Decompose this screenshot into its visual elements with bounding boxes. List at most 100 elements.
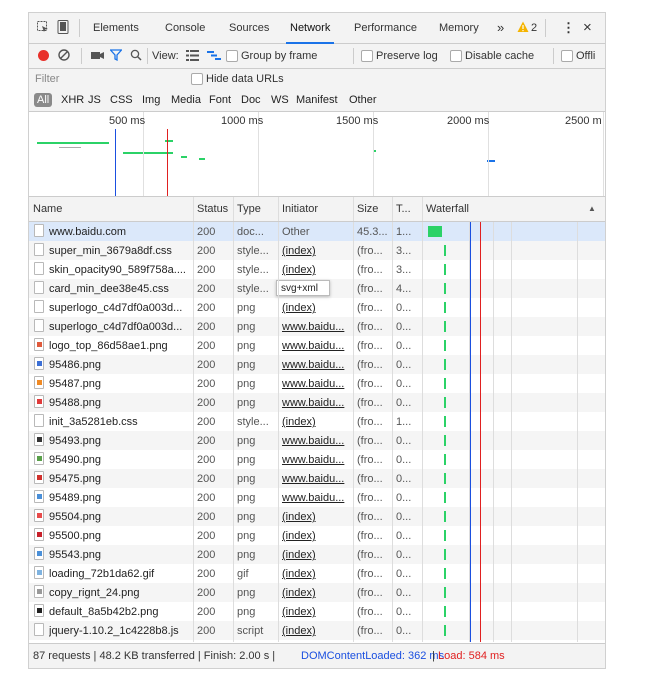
table-row[interactable]: default_8a5b42b2.png 200 png (index) (fro...… bbox=[29, 602, 605, 621]
request-initiator[interactable]: (index) bbox=[282, 511, 350, 523]
request-initiator[interactable]: (index) bbox=[282, 245, 350, 257]
request-initiator[interactable]: (index) bbox=[282, 587, 350, 599]
table-row[interactable]: 95486.png 200 png www.baidu... (fro... 0... bbox=[29, 355, 605, 374]
type-filter-css[interactable]: CSS bbox=[110, 94, 133, 106]
record-button[interactable] bbox=[38, 50, 49, 61]
load-time: Load: 584 ms bbox=[438, 650, 505, 662]
waterfall-bar bbox=[444, 264, 446, 275]
filter-icon[interactable] bbox=[109, 49, 123, 62]
request-initiator[interactable]: www.baidu... bbox=[282, 435, 350, 447]
type-filter-ws[interactable]: WS bbox=[271, 94, 289, 106]
type-filter-img[interactable]: Img bbox=[142, 94, 160, 106]
request-initiator[interactable]: www.baidu... bbox=[282, 492, 350, 504]
type-filter-other[interactable]: Other bbox=[349, 94, 377, 106]
request-initiator[interactable]: www.baidu... bbox=[282, 340, 350, 352]
table-row[interactable]: www.baidu.com 200 doc... Other 45.3... 1... bbox=[29, 222, 605, 241]
table-row[interactable]: 95487.png 200 png www.baidu... (fro... 0... bbox=[29, 374, 605, 393]
filter-input[interactable]: Filter bbox=[35, 73, 185, 85]
table-row[interactable]: 95493.png 200 png www.baidu... (fro... 0... bbox=[29, 431, 605, 450]
request-initiator[interactable]: (index) bbox=[282, 264, 350, 276]
request-initiator[interactable]: www.baidu... bbox=[282, 473, 350, 485]
table-row[interactable]: 95489.png 200 png www.baidu... (fro... 0... bbox=[29, 488, 605, 507]
request-size: (fro... bbox=[357, 549, 383, 561]
table-row[interactable]: superlogo_c4d7df0a003d... 200 png (index) (f… bbox=[29, 298, 605, 317]
column-size[interactable]: Size bbox=[357, 203, 378, 215]
table-row[interactable]: 95488.png 200 png www.baidu... (fro... 0... bbox=[29, 393, 605, 412]
type-filter-doc[interactable]: Doc bbox=[241, 94, 261, 106]
close-icon[interactable]: × bbox=[583, 19, 592, 36]
column-name[interactable]: Name bbox=[33, 203, 62, 215]
request-initiator[interactable]: (index) bbox=[282, 302, 350, 314]
warning-icon[interactable] bbox=[517, 21, 529, 33]
offline-checkbox[interactable] bbox=[561, 50, 573, 62]
tab-network[interactable]: Network bbox=[285, 22, 335, 44]
disable-cache-checkbox[interactable] bbox=[450, 50, 462, 62]
column-divider bbox=[392, 197, 393, 221]
kebab-menu-icon[interactable]: ⋮ bbox=[562, 20, 575, 36]
column-status[interactable]: Status bbox=[197, 203, 228, 215]
tab-console[interactable]: Console bbox=[165, 22, 205, 34]
tab-sources[interactable]: Sources bbox=[229, 22, 269, 34]
column-type[interactable]: Type bbox=[237, 203, 261, 215]
request-time: 0... bbox=[396, 321, 412, 333]
table-row[interactable]: copy_rignt_24.png 200 png (index) (fro... 0..… bbox=[29, 583, 605, 602]
table-row[interactable]: init_3a5281eb.css 200 style... (index) (fro.… bbox=[29, 412, 605, 431]
request-initiator[interactable]: www.baidu... bbox=[282, 454, 350, 466]
column-initiator[interactable]: Initiator bbox=[282, 203, 318, 215]
inspect-element-icon[interactable] bbox=[37, 21, 49, 33]
column-waterfall[interactable]: Waterfall bbox=[426, 203, 469, 215]
type-filter-media[interactable]: Media bbox=[171, 94, 201, 106]
table-row[interactable]: skin_opacity90_589f758a.... 200 style... (i… bbox=[29, 260, 605, 279]
search-icon[interactable] bbox=[130, 49, 142, 61]
table-row[interactable]: 95500.png 200 png (index) (fro... 0... bbox=[29, 526, 605, 545]
table-row[interactable]: sbase_a65ca873.js200script(index)(fro...… bbox=[29, 640, 605, 642]
overview-gridline bbox=[603, 112, 604, 196]
device-toolbar-icon[interactable] bbox=[57, 20, 69, 34]
table-row[interactable]: 95504.png 200 png (index) (fro... 0... bbox=[29, 507, 605, 526]
waterfall-bar bbox=[444, 549, 446, 560]
request-initiator[interactable]: (index) bbox=[282, 549, 350, 561]
column-time[interactable]: T... bbox=[396, 203, 411, 215]
waterfall-view-icon[interactable] bbox=[207, 50, 221, 61]
group-by-frame-checkbox[interactable] bbox=[226, 50, 238, 62]
tab-elements[interactable]: Elements bbox=[93, 22, 139, 34]
table-row[interactable]: loading_72b1da62.gif 200 gif (index) (fro...… bbox=[29, 564, 605, 583]
table-row[interactable]: logo_top_86d58ae1.png 200 png www.baidu... (… bbox=[29, 336, 605, 355]
type-filter-js[interactable]: JS bbox=[88, 94, 101, 106]
request-initiator[interactable]: (index) bbox=[282, 625, 350, 637]
table-row[interactable]: superlogo_c4d7df0a003d... 200 png www.baidu… bbox=[29, 317, 605, 336]
type-filter-xhr[interactable]: XHR bbox=[61, 94, 84, 106]
request-initiator[interactable]: www.baidu... bbox=[282, 378, 350, 390]
type-filter-manifest[interactable]: Manifest bbox=[296, 94, 338, 106]
request-initiator[interactable]: (index) bbox=[282, 416, 350, 428]
sort-ascending-icon[interactable]: ▲ bbox=[588, 204, 596, 213]
preserve-log-checkbox[interactable] bbox=[361, 50, 373, 62]
waterfall-bar bbox=[444, 359, 446, 370]
request-initiator[interactable]: www.baidu... bbox=[282, 321, 350, 333]
tab-memory[interactable]: Memory bbox=[439, 22, 479, 34]
table-row[interactable]: 95475.png 200 png www.baidu... (fro... 0... bbox=[29, 469, 605, 488]
clear-icon[interactable] bbox=[58, 49, 70, 61]
capture-screenshots-icon[interactable] bbox=[91, 50, 104, 61]
request-initiator[interactable]: (index) bbox=[282, 530, 350, 542]
more-tabs-button[interactable]: » bbox=[497, 20, 504, 35]
table-row[interactable]: 95490.png 200 png www.baidu... (fro... 0... bbox=[29, 450, 605, 469]
column-divider bbox=[353, 197, 354, 221]
large-rows-icon[interactable] bbox=[186, 50, 199, 61]
table-row[interactable]: jquery-1.10.2_1c4228b8.js 200 script (index… bbox=[29, 621, 605, 640]
type-filter-font[interactable]: Font bbox=[209, 94, 231, 106]
request-initiator[interactable]: (index) bbox=[282, 606, 350, 618]
request-status: 200 bbox=[197, 435, 216, 447]
type-filter-all[interactable]: All bbox=[34, 93, 53, 107]
request-initiator[interactable]: www.baidu... bbox=[282, 359, 350, 371]
table-row[interactable]: super_min_3679a8df.css 200 style... (index)… bbox=[29, 241, 605, 260]
tab-performance[interactable]: Performance bbox=[354, 22, 417, 34]
hide-data-urls-checkbox[interactable] bbox=[191, 73, 203, 85]
request-initiator[interactable]: (index) bbox=[282, 568, 350, 580]
request-initiator[interactable]: www.baidu... bbox=[282, 397, 350, 409]
warning-count[interactable]: 2 bbox=[531, 22, 537, 34]
waterfall-bar bbox=[444, 416, 446, 427]
request-name: init_3a5281eb.css bbox=[49, 416, 138, 428]
toolbar-separator bbox=[81, 48, 82, 64]
table-row[interactable]: 95543.png 200 png (index) (fro... 0... bbox=[29, 545, 605, 564]
